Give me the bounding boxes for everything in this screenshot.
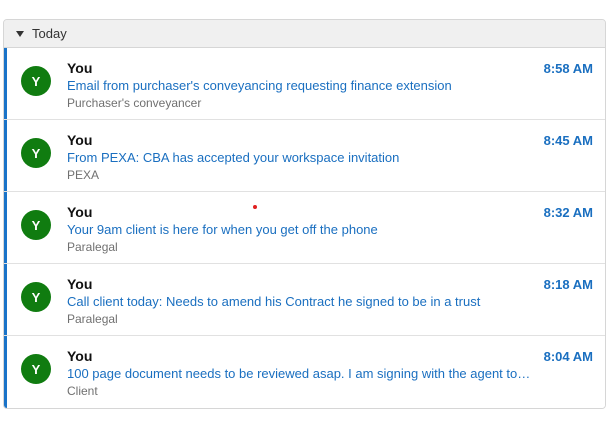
message-time: 8:32 AM: [543, 205, 593, 220]
sender-name: You: [67, 276, 93, 292]
message-subject[interactable]: Your 9am client is here for when you get…: [67, 221, 535, 239]
message-content: You From PEXA: CBA has accepted your wor…: [67, 131, 535, 184]
message-subject[interactable]: 100 page document needs to be reviewed a…: [67, 365, 535, 383]
message-content: You 100 page document needs to be review…: [67, 347, 535, 400]
avatar: Y: [21, 354, 51, 384]
list-item[interactable]: Y You From PEXA: CBA has accepted your w…: [4, 120, 605, 192]
message-preview: Purchaser's conveyancer: [67, 96, 202, 110]
list-item[interactable]: Y You Email from purchaser's conveyancin…: [4, 48, 605, 120]
message-content: You Call client today: Needs to amend hi…: [67, 275, 535, 328]
avatar: Y: [21, 66, 51, 96]
message-list: Y You Email from purchaser's conveyancin…: [4, 48, 605, 408]
message-subject[interactable]: From PEXA: CBA has accepted your workspa…: [67, 149, 535, 167]
list-item[interactable]: Y You Your 9am client is here for when y…: [4, 192, 605, 264]
message-time: 8:58 AM: [543, 61, 593, 76]
list-item[interactable]: Y You Call client today: Needs to amend …: [4, 264, 605, 336]
message-time: 8:04 AM: [543, 349, 593, 364]
message-list-panel: Today Y You Email from purchaser's conve…: [3, 19, 606, 409]
message-preview: Paralegal: [67, 312, 118, 326]
avatar: Y: [21, 210, 51, 240]
message-subject[interactable]: Email from purchaser's conveyancing requ…: [67, 77, 535, 95]
message-preview: PEXA: [67, 168, 100, 182]
message-time: 8:45 AM: [543, 133, 593, 148]
list-item[interactable]: Y You 100 page document needs to be revi…: [4, 336, 605, 408]
message-subject[interactable]: Call client today: Needs to amend his Co…: [67, 293, 535, 311]
sender-name: You: [67, 60, 93, 76]
sender-name: You: [67, 132, 93, 148]
group-label: Today: [32, 26, 67, 41]
message-content: You Your 9am client is here for when you…: [67, 203, 535, 256]
message-preview: Paralegal: [67, 240, 118, 254]
cursor-dot: [253, 205, 257, 209]
message-time: 8:18 AM: [543, 277, 593, 292]
chevron-down-icon[interactable]: [16, 30, 24, 37]
avatar: Y: [21, 138, 51, 168]
message-content: You Email from purchaser's conveyancing …: [67, 59, 535, 112]
group-header-today[interactable]: Today: [4, 20, 605, 48]
message-preview: Client: [67, 384, 98, 398]
sender-name: You: [67, 348, 93, 364]
avatar: Y: [21, 282, 51, 312]
sender-name: You: [67, 204, 93, 220]
